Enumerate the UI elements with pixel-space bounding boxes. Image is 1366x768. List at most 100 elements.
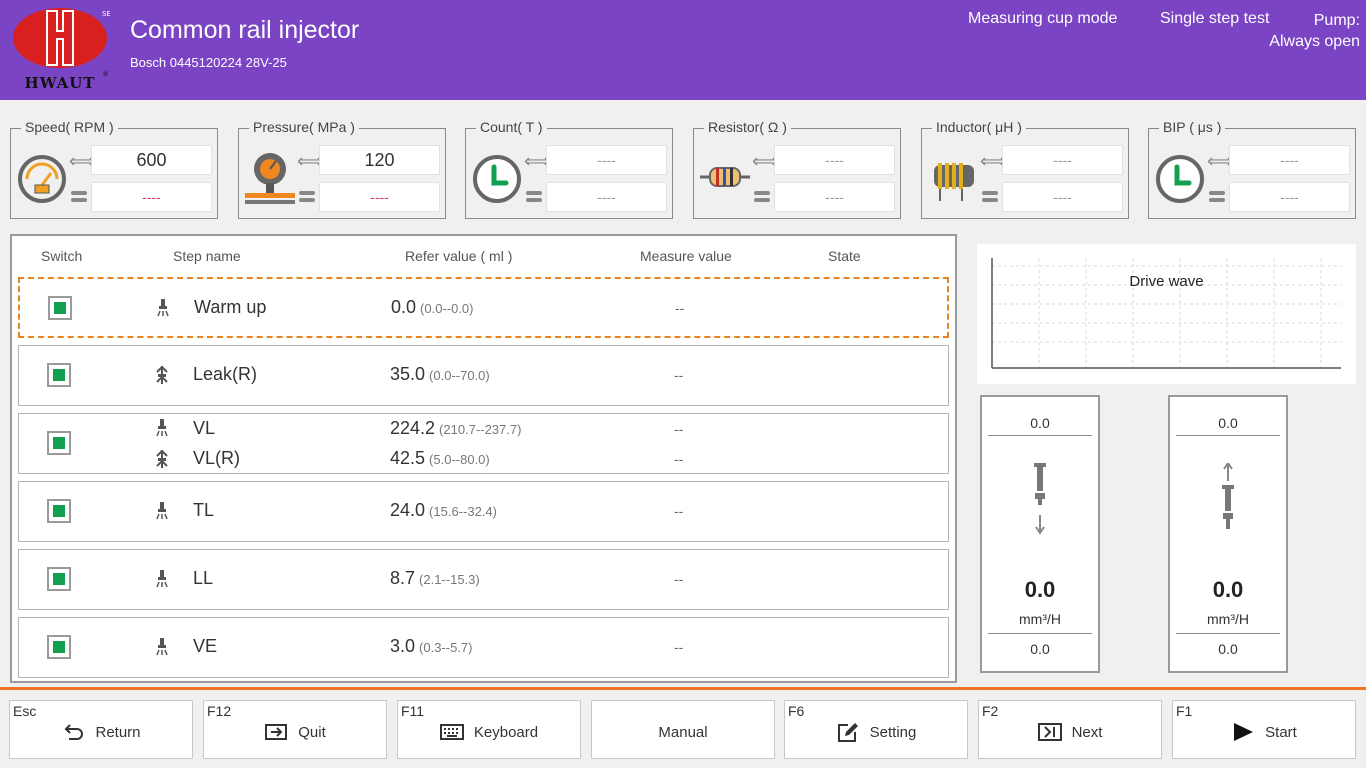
return-icon	[65, 724, 84, 740]
step-name: VL(R)	[193, 448, 241, 468]
inductor-actual-value: ----	[1002, 182, 1123, 212]
col-state: State	[828, 248, 861, 264]
table-row[interactable]: Leak(R) 35.0 (0.0--70.0) --	[18, 345, 949, 406]
equals-icon	[982, 191, 998, 203]
step-name: Warm up	[194, 297, 267, 317]
step-name: Leak(R)	[193, 364, 258, 384]
table-row[interactable]: Warm up 0.0 (0.0--0.0) --	[18, 277, 949, 338]
return-flow-panel: 0.0 0.0 mm³/H 0.0	[1168, 395, 1288, 673]
count-gauge: Count( T ) ⟺ ---- ----	[465, 119, 673, 219]
gauge-title: Pressure( MPa )	[249, 119, 359, 135]
step-checkbox[interactable]	[47, 567, 71, 591]
step-name: VE	[193, 636, 218, 656]
next-button[interactable]: F2 Next	[978, 700, 1162, 759]
col-step-name: Step name	[173, 248, 241, 264]
bip-set-value[interactable]: ----	[1229, 145, 1350, 175]
button-label: Next	[1071, 723, 1103, 741]
measure-value: --	[674, 639, 684, 655]
inductor-set-value[interactable]: ----	[1002, 145, 1123, 175]
resistor-set-value[interactable]: ----	[774, 145, 895, 175]
count-actual-value: ----	[546, 182, 667, 212]
flow-value: 0.0	[1212, 577, 1244, 602]
equals-icon	[1209, 191, 1225, 203]
setting-icon	[837, 723, 858, 742]
footer-divider	[0, 687, 1366, 690]
app-header: SE HWAUT ® Common rail injector Bosch 04…	[0, 0, 1366, 100]
gauge-title: Resistor( Ω )	[704, 119, 791, 135]
injection-flow-panel: 0.0 0.0 mm³/H 0.0	[980, 395, 1100, 673]
table-row[interactable]: VL 224.2 (210.7--237.7) -- VL(R) 42.5 (5.0…	[18, 413, 949, 474]
gauge-title: BIP ( μs )	[1159, 119, 1226, 135]
step-name: TL	[193, 500, 215, 520]
injector-model: Bosch 0445120224 28V-25	[130, 55, 287, 70]
shortcut-key: F1	[1176, 703, 1193, 719]
button-label: Keyboard	[473, 723, 539, 741]
drive-wave-title: Drive wave	[1129, 273, 1204, 290]
shortcut-key: F2	[982, 703, 999, 719]
step-checkbox[interactable]	[47, 499, 71, 523]
quit-button[interactable]: F12 Quit	[203, 700, 387, 759]
step-checkbox[interactable]	[47, 431, 71, 455]
shortcut-key: F6	[788, 703, 805, 719]
refer-value: 8.7 (2.1--15.3)	[390, 568, 480, 588]
table-row[interactable]: VE 3.0 (0.3--5.7) --	[18, 617, 949, 678]
step-checkbox[interactable]	[47, 635, 71, 659]
return-flow-icon	[156, 366, 168, 384]
resistor-icon	[700, 167, 750, 187]
speed-set-value[interactable]: 600	[91, 145, 212, 175]
svg-text:®: ®	[102, 70, 109, 78]
injection-icon	[156, 638, 168, 656]
step-checkbox[interactable]	[47, 363, 71, 387]
equals-icon	[71, 191, 87, 203]
step-name: VL	[193, 418, 216, 438]
injection-down-icon	[1034, 463, 1046, 535]
shortcut-key: F12	[207, 703, 232, 719]
pressure-gauge-icon	[245, 153, 295, 204]
speed-gauge: Speed( RPM ) ⟺ 600 ----	[10, 119, 218, 219]
manual-button[interactable]: Manual	[591, 700, 775, 759]
pressure-set-value[interactable]: 120	[319, 145, 440, 175]
refer-value: 35.0 (0.0--70.0)	[390, 364, 490, 384]
flow-value: 0.0	[1024, 577, 1056, 602]
equals-icon	[526, 191, 542, 203]
step-name: LL	[193, 568, 214, 588]
clock-icon	[1156, 155, 1204, 203]
divider	[988, 435, 1092, 436]
measure-value: --	[674, 451, 684, 467]
flow-top-value: 0.0	[1218, 415, 1238, 431]
bip-gauge: BIP ( μs ) ⟺ ---- ----	[1148, 119, 1356, 219]
col-refer-value: Refer value ( ml )	[405, 248, 513, 264]
next-icon	[1037, 723, 1062, 741]
setting-button[interactable]: F6 Setting	[784, 700, 968, 759]
flow-bottom-value: 0.0	[1218, 641, 1238, 657]
injection-icon	[156, 570, 168, 588]
start-button[interactable]: F1 Start	[1172, 700, 1356, 759]
table-row[interactable]: LL 8.7 (2.1--15.3) --	[18, 549, 949, 610]
bip-actual-value: ----	[1229, 182, 1350, 212]
gauge-title: Count( T )	[476, 119, 547, 135]
keyboard-button[interactable]: F11 Keyboard	[397, 700, 581, 759]
pressure-actual-value: ----	[319, 182, 440, 212]
divider	[1176, 435, 1280, 436]
clock-icon	[473, 155, 521, 203]
button-label: Start	[1265, 723, 1297, 741]
measure-value: --	[674, 571, 684, 587]
svg-text:HWAUT: HWAUT	[25, 74, 96, 92]
shortcut-key: F11	[401, 703, 425, 719]
divider	[988, 633, 1092, 634]
return-up-icon	[1222, 463, 1234, 529]
resistor-actual-value: ----	[774, 182, 895, 212]
equals-icon	[754, 191, 770, 203]
pump-label: Pump:	[1313, 12, 1360, 29]
start-icon	[1234, 723, 1254, 741]
table-row[interactable]: TL 24.0 (15.6--32.4) --	[18, 481, 949, 542]
return-button[interactable]: Esc Return	[9, 700, 193, 759]
page-title: Common rail injector	[130, 16, 360, 44]
refer-value: 3.0 (0.3--5.7)	[390, 636, 473, 656]
equals-icon	[299, 191, 315, 203]
keyboard-icon	[439, 724, 464, 740]
divider	[1176, 633, 1280, 634]
count-set-value[interactable]: ----	[546, 145, 667, 175]
step-checkbox[interactable]	[48, 296, 72, 320]
steps-table: Switch Step name Refer value ( ml ) Meas…	[10, 234, 957, 683]
